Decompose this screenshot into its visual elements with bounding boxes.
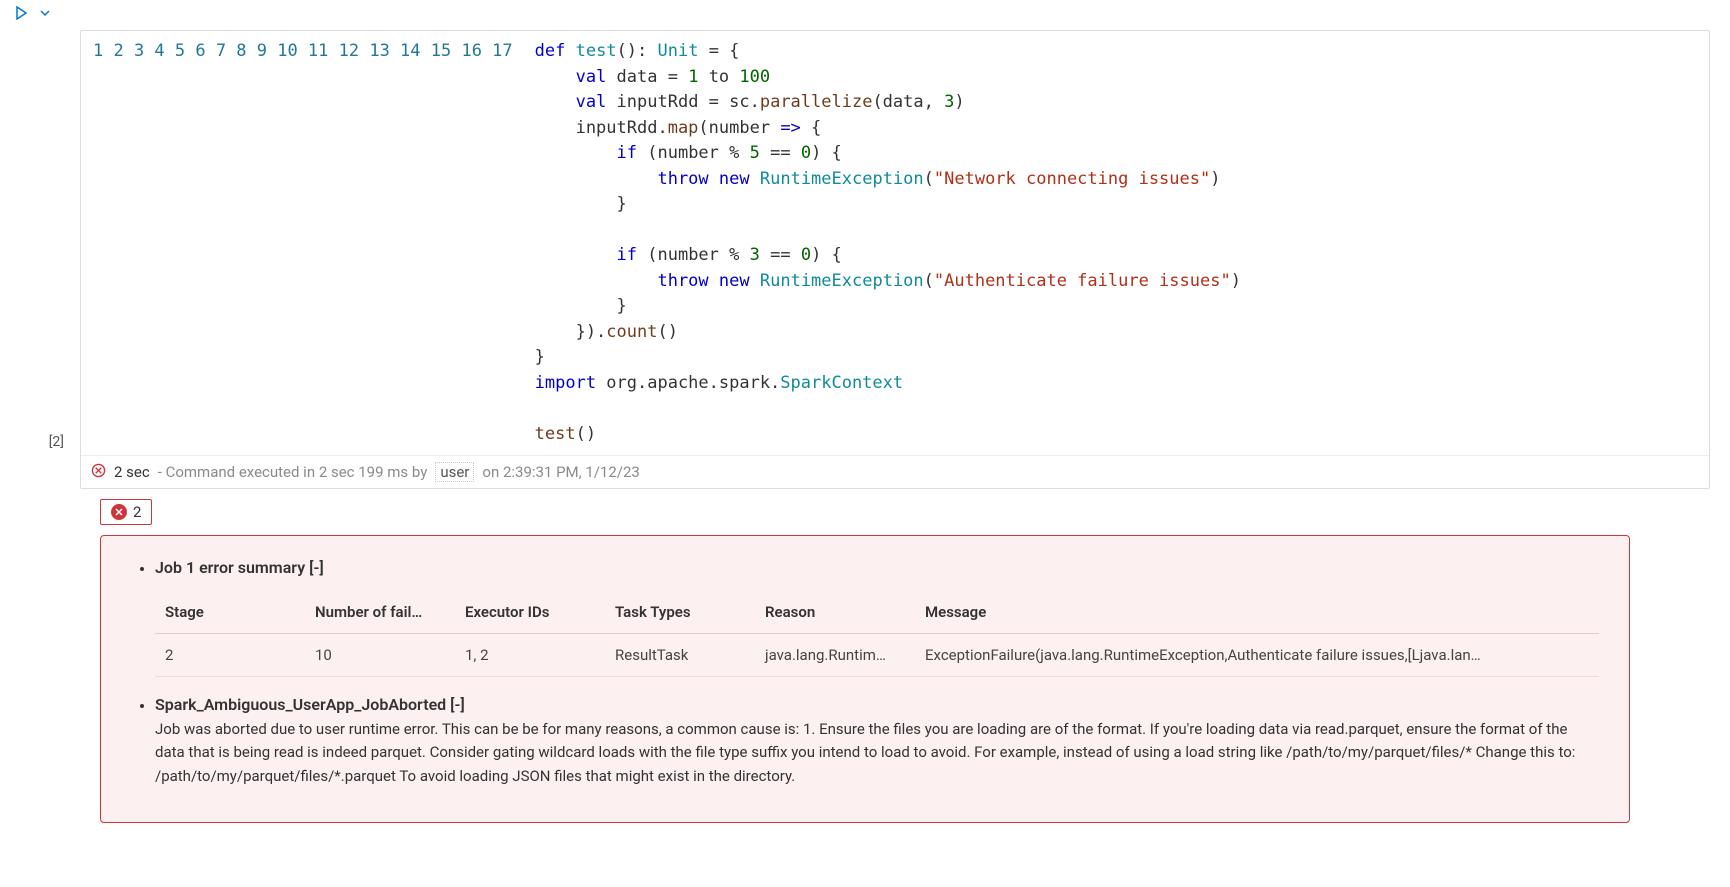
error-tab[interactable]: ✕ 2 <box>100 499 152 525</box>
table-cell: 1, 2 <box>455 634 605 677</box>
status-user: user <box>435 462 474 482</box>
table-header: Stage <box>155 591 305 634</box>
table-row[interactable]: 2101, 2ResultTaskjava.lang.Runtim…Except… <box>155 634 1599 677</box>
error-panel: Job 1 error summary [-] StageNumber of fa… <box>100 535 1630 823</box>
error-tab-count: 2 <box>133 503 141 521</box>
error-summary-table: StageNumber of fail…Executor IDsTask Typ… <box>155 591 1599 677</box>
error-item: Spark_Ambiguous_UserApp_JobAborted [-] Jo… <box>155 695 1599 788</box>
table-header: Task Types <box>605 591 755 634</box>
status-executed-in: - Command executed in 2 sec 199 ms by <box>158 463 428 481</box>
chevron-down-icon <box>38 6 52 20</box>
code-cell[interactable]: 1 2 3 4 5 6 7 8 9 10 11 12 13 14 15 16 1… <box>80 30 1710 489</box>
error-item-title[interactable]: Job 1 error summary [-] <box>155 558 324 577</box>
collapse-toggle[interactable]: [-] <box>450 695 465 714</box>
code-body[interactable]: def test(): Unit = { val data = 1 to 100… <box>535 39 1241 447</box>
error-description: Job was aborted due to user runtime erro… <box>155 718 1599 788</box>
collapse-toggle[interactable]: [-] <box>309 558 324 577</box>
error-item-title[interactable]: Spark_Ambiguous_UserApp_JobAborted [-] <box>155 695 465 714</box>
line-numbers: 1 2 3 4 5 6 7 8 9 10 11 12 13 14 15 16 1… <box>93 39 535 447</box>
execution-count: [2] <box>0 30 80 450</box>
table-cell: java.lang.Runtim… <box>755 634 915 677</box>
error-count-badge-icon: ✕ <box>111 504 127 520</box>
table-cell: 10 <box>305 634 455 677</box>
table-cell: ResultTask <box>605 634 755 677</box>
code-editor[interactable]: 1 2 3 4 5 6 7 8 9 10 11 12 13 14 15 16 1… <box>81 31 1709 455</box>
table-header: Executor IDs <box>455 591 605 634</box>
error-indicator-icon <box>91 463 106 482</box>
run-dropdown[interactable] <box>38 6 52 24</box>
status-duration: 2 sec <box>114 463 150 481</box>
cell-status-bar: 2 sec - Command executed in 2 sec 199 ms… <box>81 455 1709 488</box>
table-header: Reason <box>755 591 915 634</box>
table-header: Message <box>915 591 1599 634</box>
status-timestamp: on 2:39:31 PM, 1/12/23 <box>482 463 639 481</box>
error-item: Job 1 error summary [-] StageNumber of fa… <box>155 558 1599 677</box>
table-cell: 2 <box>155 634 305 677</box>
play-icon <box>14 6 28 20</box>
table-header: Number of fail… <box>305 591 455 634</box>
run-button[interactable] <box>14 6 28 24</box>
table-cell: ExceptionFailure(java.lang.RuntimeExcept… <box>915 634 1599 677</box>
